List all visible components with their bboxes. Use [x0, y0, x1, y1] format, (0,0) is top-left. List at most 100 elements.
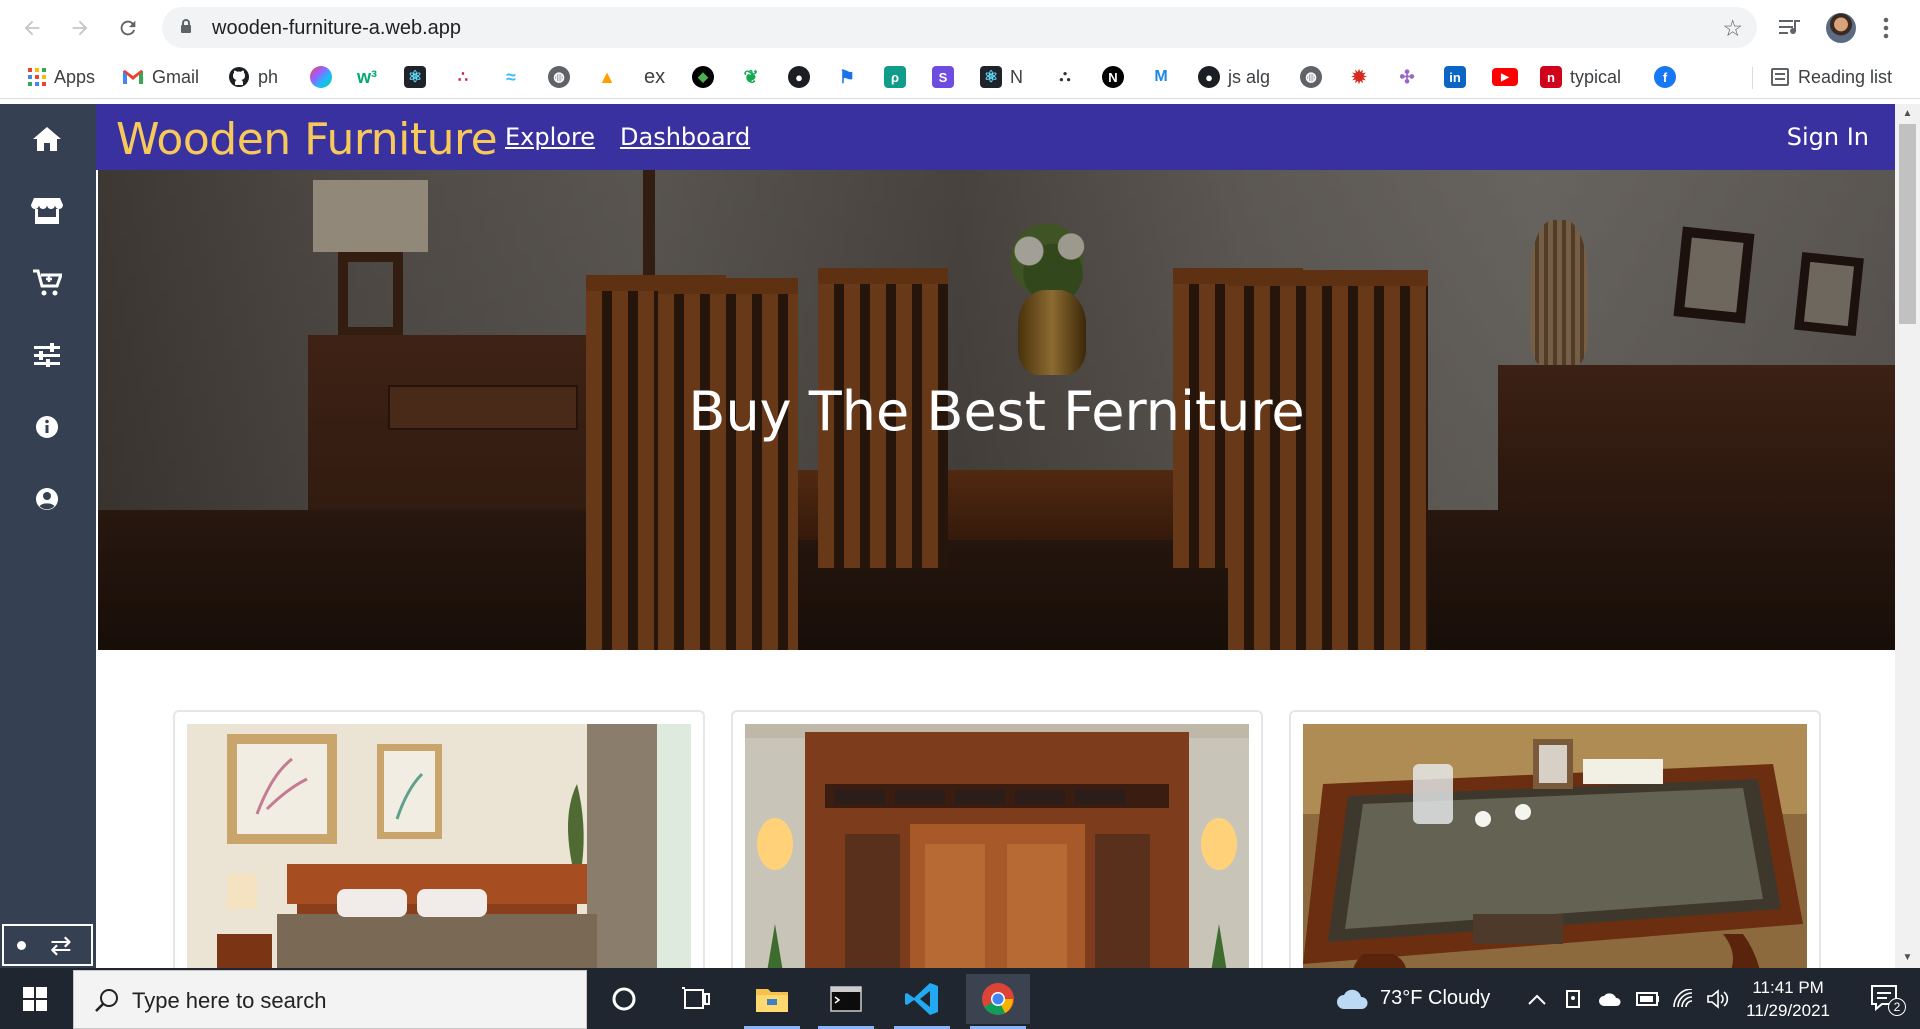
bookmark-stripe[interactable]: S	[932, 63, 954, 91]
bookmark-tailwind[interactable]: ≈	[500, 63, 522, 91]
cortana-circle-icon	[612, 987, 636, 1011]
bookmark-mongodb[interactable]: ❦	[740, 63, 762, 91]
bookmark-apps[interactable]: Apps	[28, 63, 95, 91]
sidebar-item-home[interactable]	[30, 122, 64, 156]
start-button[interactable]	[0, 968, 70, 1029]
chrome-menu-button[interactable]	[1873, 12, 1899, 44]
user-circle-icon	[36, 488, 58, 510]
taskbar-file-explorer[interactable]	[740, 974, 804, 1029]
tray-meet-now[interactable]	[1564, 968, 1584, 1029]
bookmark-youtube[interactable]: ▶	[1492, 63, 1518, 91]
cortana-button[interactable]	[592, 974, 656, 1024]
profile-button[interactable]	[1823, 12, 1859, 44]
bookmark-nestjs[interactable]: ⛬	[1054, 63, 1076, 91]
bookmark-react[interactable]: ⚛	[404, 63, 426, 91]
scroll-down-icon[interactable]: ▼	[1900, 952, 1915, 964]
address-bar[interactable]: wooden-furniture-a.web.app ☆	[162, 7, 1757, 48]
action-center-button[interactable]: 2	[1870, 984, 1906, 1016]
bookmark-star-icon[interactable]: ☆	[1722, 15, 1743, 42]
task-view-button[interactable]	[664, 974, 728, 1024]
flag-icon: ⚑	[836, 66, 858, 88]
sidebar-item-cart[interactable]	[30, 266, 64, 300]
media-control-button[interactable]	[1773, 12, 1807, 44]
bookmark-ph[interactable]: ph	[228, 63, 278, 91]
github-icon: ●	[788, 66, 810, 88]
tailwind-icon: ≈	[500, 66, 522, 88]
bookmark-ex[interactable]: ex	[644, 63, 665, 91]
weather-widget[interactable]: 73°F Cloudy	[1336, 968, 1490, 1029]
nav-link-explore[interactable]: Explore	[505, 123, 595, 151]
sign-in-link[interactable]: Sign In	[1787, 123, 1869, 151]
avatar	[1826, 13, 1856, 43]
tray-volume[interactable]	[1706, 968, 1730, 1029]
bookmark-maple[interactable]: ✹	[1348, 63, 1370, 91]
taskbar-terminal[interactable]	[814, 974, 878, 1029]
bookmark-node[interactable]: ◆	[692, 63, 714, 91]
url-text[interactable]: wooden-furniture-a.web.app	[212, 17, 461, 40]
product-card[interactable]	[731, 710, 1263, 968]
show-hidden-icons-button[interactable]	[1528, 968, 1546, 1029]
bookmark-w3schools[interactable]: w³	[356, 63, 378, 91]
bookmark-facebook[interactable]: f	[1654, 63, 1676, 91]
bookmark-js-alg[interactable]: ● js alg	[1198, 63, 1270, 91]
bookmark-label: typical	[1570, 66, 1622, 87]
reload-button[interactable]	[112, 12, 144, 44]
tray-wifi[interactable]	[1672, 968, 1696, 1029]
playlist-icon	[1779, 20, 1800, 35]
bookmark-next[interactable]: N	[1102, 63, 1124, 91]
taskbar-vscode[interactable]	[890, 974, 954, 1029]
back-button[interactable]	[16, 12, 48, 44]
info-icon	[36, 416, 58, 438]
site-brand[interactable]: Wooden Furniture	[116, 114, 498, 165]
sidebar-item-info[interactable]	[30, 410, 64, 444]
bookmark-postgres[interactable]: ρ	[884, 63, 906, 91]
tray-battery[interactable]	[1636, 968, 1660, 1029]
nav-link-dashboard[interactable]: Dashboard	[620, 123, 750, 151]
clock-date: 11/29/2021	[1746, 1001, 1830, 1020]
bookmark-gmail[interactable]: Gmail	[122, 63, 199, 91]
gmail-icon	[123, 70, 143, 84]
sidebar-item-filters[interactable]	[30, 338, 64, 372]
bookmark-globe-2[interactable]: ◍	[1300, 63, 1322, 91]
bookmark-globe[interactable]: ◍	[548, 63, 570, 91]
bookmark-figma[interactable]	[310, 63, 332, 91]
battery-icon	[1636, 991, 1659, 1006]
react-icon: ⚛	[980, 66, 1002, 88]
bookmark-linkedin[interactable]: in	[1444, 63, 1466, 91]
lock-icon	[181, 19, 191, 33]
windows-logo-icon	[23, 986, 47, 1011]
bookmark-firebase[interactable]: ▲	[596, 63, 618, 91]
tray-onedrive[interactable]	[1598, 968, 1622, 1029]
product-card[interactable]	[173, 710, 705, 968]
bookmark-mui[interactable]: M	[1150, 63, 1172, 91]
product-image-coffee-table	[1303, 724, 1807, 968]
scrollbar-thumb[interactable]	[1899, 124, 1916, 324]
reading-list-button[interactable]: Reading list	[1770, 63, 1892, 91]
bookmark-dots[interactable]: ∴	[452, 63, 474, 91]
scroll-up-icon[interactable]: ▲	[1900, 108, 1915, 120]
sidebar: ⇄	[0, 104, 96, 968]
figma-icon	[310, 66, 332, 88]
globe-icon: ◍	[548, 66, 570, 88]
bookmark-github-2[interactable]: ●	[788, 63, 810, 91]
bookmark-react-n[interactable]: ⚛ N	[980, 63, 1023, 91]
cloud-icon	[1337, 989, 1368, 1009]
taskbar-search-box[interactable]: Type here to search	[73, 970, 587, 1029]
bookmark-graphql[interactable]: ✣	[1396, 63, 1418, 91]
product-card[interactable]	[1289, 710, 1821, 968]
product-image-door	[745, 724, 1249, 968]
taskbar-chrome[interactable]	[966, 974, 1030, 1029]
bookmarks-bar: Apps Gmail ph w³ ⚛ ∴ ≈ ◍ ▲ ex ◆ ❦ ● ⚑ ρ …	[0, 55, 1920, 99]
taskbar-clock[interactable]: 11:41 PM 11/29/2021	[1746, 976, 1830, 1022]
postgres-icon: ρ	[884, 66, 906, 88]
bookmark-typical[interactable]: n typical	[1540, 63, 1621, 91]
bookmark-flag[interactable]: ⚑	[836, 63, 858, 91]
nestjs-icon: ⛬	[1054, 66, 1076, 88]
sidebar-item-store[interactable]	[30, 194, 64, 228]
maple-leaf-icon: ✹	[1348, 66, 1370, 88]
forward-button[interactable]	[64, 12, 96, 44]
sidebar-item-account[interactable]	[30, 482, 64, 516]
globe-icon: ◍	[1300, 66, 1322, 88]
browser-toolbar: wooden-furniture-a.web.app ☆	[0, 0, 1920, 55]
sidebar-toggle[interactable]: ⇄	[2, 924, 93, 966]
